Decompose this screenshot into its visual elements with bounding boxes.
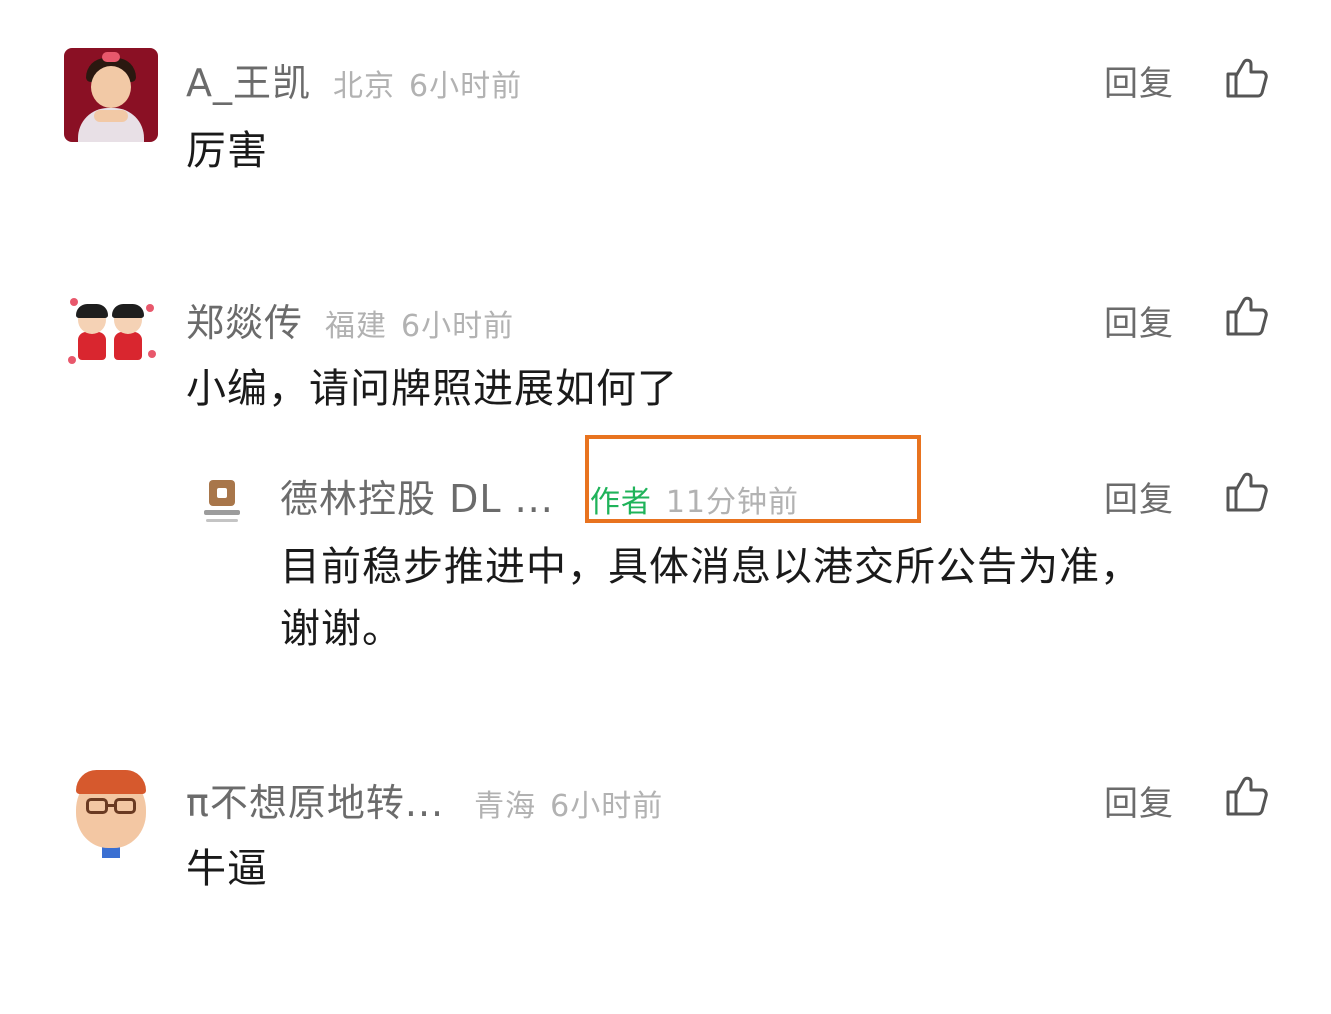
comment-text: 厉害 xyxy=(186,128,268,174)
thumbs-up-icon xyxy=(1226,58,1268,98)
user-avatar[interactable] xyxy=(64,48,158,142)
location: 福建 xyxy=(325,309,388,344)
like-button[interactable] xyxy=(1224,294,1268,338)
comment-text-line1: 目前稳步推进中，具体消息以港交所公告为准， xyxy=(280,544,1141,590)
like-button[interactable] xyxy=(1224,774,1268,818)
comment-meta: π不想原地转... 青海 6小时前 xyxy=(186,772,663,827)
timestamp: 6小时前 xyxy=(550,789,664,824)
comment-text: 牛逼 xyxy=(186,846,268,892)
username[interactable]: 郑燚传 xyxy=(186,292,303,347)
thumbs-up-icon xyxy=(1226,296,1268,336)
username[interactable]: 德林控股 DL ... xyxy=(280,468,554,523)
comment-meta: 郑燚传 福建 6小时前 xyxy=(186,292,514,347)
comment-text-line2: 谢谢。 xyxy=(280,606,403,652)
username[interactable]: π不想原地转... xyxy=(186,772,444,827)
thumbs-up-icon xyxy=(1226,472,1268,512)
comment-meta: A_王凯 北京 6小时前 xyxy=(186,52,522,107)
user-avatar[interactable] xyxy=(64,286,158,380)
username[interactable]: A_王凯 xyxy=(186,52,311,107)
highlight-box xyxy=(585,435,921,523)
like-button[interactable] xyxy=(1224,470,1268,514)
thumbs-up-icon xyxy=(1226,776,1268,816)
timestamp: 6小时前 xyxy=(409,69,523,104)
comment-text: 小编，请问牌照进展如何了 xyxy=(186,366,678,412)
reply-button[interactable]: 回复 xyxy=(1104,776,1174,825)
timestamp: 6小时前 xyxy=(401,309,515,344)
reply-button[interactable]: 回复 xyxy=(1104,472,1174,521)
location: 北京 xyxy=(333,69,395,104)
reply-button[interactable]: 回复 xyxy=(1104,296,1174,345)
reply-button[interactable]: 回复 xyxy=(1104,56,1174,105)
location: 青海 xyxy=(474,789,537,824)
user-avatar[interactable] xyxy=(64,766,158,860)
like-button[interactable] xyxy=(1224,56,1268,100)
company-logo-avatar[interactable] xyxy=(196,474,252,534)
